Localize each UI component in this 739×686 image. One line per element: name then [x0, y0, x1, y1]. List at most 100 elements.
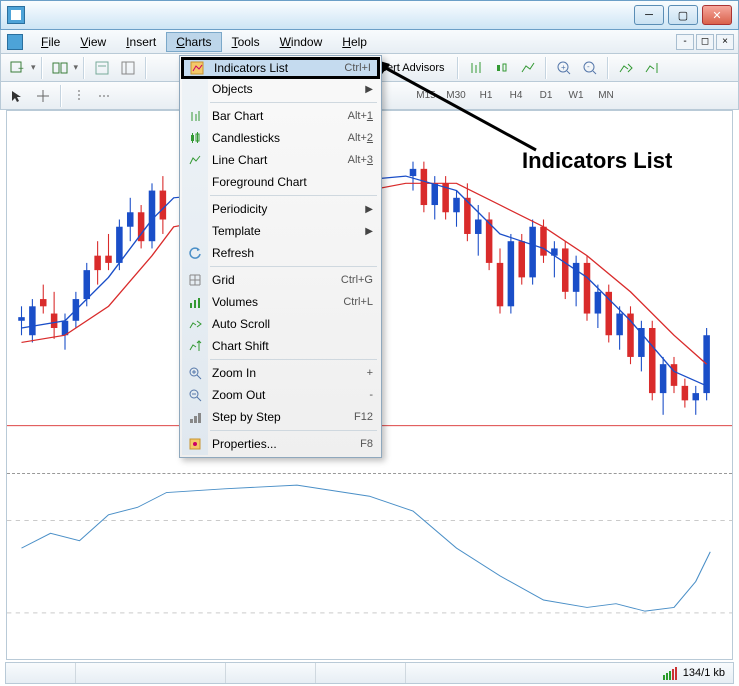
svg-text:+: +	[18, 64, 24, 75]
step-icon	[187, 409, 203, 425]
menu-tools[interactable]: Tools	[222, 32, 270, 52]
menu-item-label: Objects	[212, 82, 365, 96]
menu-shortcut: +	[367, 367, 373, 379]
hline-button[interactable]	[93, 85, 117, 107]
menu-item-auto-scroll[interactable]: Auto Scroll	[182, 313, 379, 335]
annotation-label: Indicators List	[522, 148, 672, 174]
connection-bars-icon	[663, 667, 677, 680]
menu-item-label: Zoom Out	[212, 388, 369, 402]
connection-text: 134/1 kb	[683, 667, 725, 679]
menu-item-foreground-chart[interactable]: Foreground Chart	[182, 171, 379, 193]
menu-item-bar-chart[interactable]: Bar ChartAlt+1	[182, 105, 379, 127]
profiles-button[interactable]	[48, 57, 72, 79]
menu-item-label: Candlesticks	[212, 131, 348, 145]
menu-item-chart-shift[interactable]: Chart Shift	[182, 335, 379, 357]
menu-view[interactable]: View	[70, 32, 116, 52]
line-chart-icon	[187, 152, 203, 168]
menu-shortcut: F12	[354, 411, 373, 423]
new-chart-button[interactable]: +	[5, 57, 29, 79]
menu-item-template[interactable]: Template▶	[182, 220, 379, 242]
zoomin-icon	[187, 365, 203, 381]
menu-item-label: Auto Scroll	[212, 317, 373, 331]
menu-item-label: Chart Shift	[212, 339, 373, 353]
menu-item-refresh[interactable]: Refresh	[182, 242, 379, 264]
crosshair-button[interactable]	[31, 85, 55, 107]
menubar: FileViewInsertChartsToolsWindowHelp - ◻ …	[0, 30, 739, 54]
candlestick-icon	[187, 130, 203, 146]
submenu-arrow-icon: ▶	[365, 84, 373, 95]
connection-status[interactable]: 134/1 kb	[655, 663, 733, 683]
app-icon	[7, 6, 25, 24]
menu-item-label: Line Chart	[212, 153, 348, 167]
refresh-icon	[187, 245, 203, 261]
indicator-subpanel[interactable]	[7, 473, 732, 659]
status-cell	[316, 663, 406, 683]
menu-item-label: Template	[212, 224, 365, 238]
timeframe-mn[interactable]: MN	[591, 86, 621, 106]
submenu-arrow-icon: ▶	[365, 204, 373, 215]
zoom-out-button[interactable]: -	[578, 57, 602, 79]
menu-item-label: Indicators List	[214, 61, 344, 75]
menu-shortcut: Alt+2	[348, 132, 373, 144]
vline-button[interactable]	[67, 85, 91, 107]
menu-item-label: Step by Step	[212, 410, 354, 424]
menu-item-objects[interactable]: Objects▶	[182, 78, 379, 100]
navigator-button[interactable]	[116, 57, 140, 79]
menu-item-label: Volumes	[212, 295, 343, 309]
menu-insert[interactable]: Insert	[116, 32, 166, 52]
menu-help[interactable]: Help	[332, 32, 377, 52]
annotation-arrow	[376, 60, 556, 160]
window-minimize-button[interactable]: ─	[634, 5, 664, 25]
cursor-button[interactable]	[5, 85, 29, 107]
menu-item-volumes[interactable]: VolumesCtrl+L	[182, 291, 379, 313]
menu-item-label: Refresh	[212, 246, 373, 260]
properties-icon	[187, 436, 203, 452]
menu-shortcut: Alt+3	[348, 154, 373, 166]
svg-text:-: -	[587, 62, 590, 71]
menu-item-zoom-out[interactable]: Zoom Out-	[182, 384, 379, 406]
menu-shortcut: Ctrl+L	[343, 296, 373, 308]
autoscroll-button[interactable]	[614, 57, 638, 79]
menu-item-properties[interactable]: Properties...F8	[182, 433, 379, 455]
menu-item-candlesticks[interactable]: CandlesticksAlt+2	[182, 127, 379, 149]
menu-item-zoom-in[interactable]: Zoom In+	[182, 362, 379, 384]
grid-icon	[187, 272, 203, 288]
menu-file[interactable]: File	[31, 32, 70, 52]
timeframe-w1[interactable]: W1	[561, 86, 591, 106]
mdi-minimize-button[interactable]: -	[676, 34, 694, 50]
chartshift-icon	[187, 338, 203, 354]
indicators-list-icon	[189, 60, 205, 76]
menu-item-periodicity[interactable]: Periodicity▶	[182, 198, 379, 220]
menu-item-label: Foreground Chart	[212, 175, 373, 189]
market-watch-button[interactable]	[90, 57, 114, 79]
menu-item-label: Periodicity	[212, 202, 365, 216]
menu-shortcut: -	[369, 389, 373, 401]
volumes-icon	[187, 294, 203, 310]
submenu-arrow-icon: ▶	[365, 226, 373, 237]
menu-shortcut: Alt+1	[348, 110, 373, 122]
mdi-restore-button[interactable]: ◻	[696, 34, 714, 50]
menu-item-indicators-list[interactable]: Indicators ListCtrl+I	[181, 57, 380, 79]
menu-shortcut: Ctrl+I	[344, 62, 371, 74]
autoscroll-icon	[187, 316, 203, 332]
window-close-button[interactable]: ✕	[702, 5, 732, 25]
menu-item-grid[interactable]: GridCtrl+G	[182, 269, 379, 291]
chartshift-button[interactable]	[640, 57, 664, 79]
menu-item-line-chart[interactable]: Line ChartAlt+3	[182, 149, 379, 171]
status-cell	[76, 663, 226, 683]
menu-item-label: Zoom In	[212, 366, 367, 380]
zoomout-icon	[187, 387, 203, 403]
svg-text:+: +	[561, 63, 566, 72]
menu-charts[interactable]: Charts	[166, 32, 221, 52]
menu-window[interactable]: Window	[270, 32, 333, 52]
menu-item-step-by-step[interactable]: Step by StepF12	[182, 406, 379, 428]
zoom-in-button[interactable]: +	[552, 57, 576, 79]
status-cell	[226, 663, 316, 683]
menu-item-label: Grid	[212, 273, 341, 287]
bar-chart-icon	[187, 108, 203, 124]
window-maximize-button[interactable]: ▢	[668, 5, 698, 25]
mdi-close-button[interactable]: ×	[716, 34, 734, 50]
menu-item-label: Properties...	[212, 437, 360, 451]
menu-shortcut: F8	[360, 438, 373, 450]
menu-item-label: Bar Chart	[212, 109, 348, 123]
